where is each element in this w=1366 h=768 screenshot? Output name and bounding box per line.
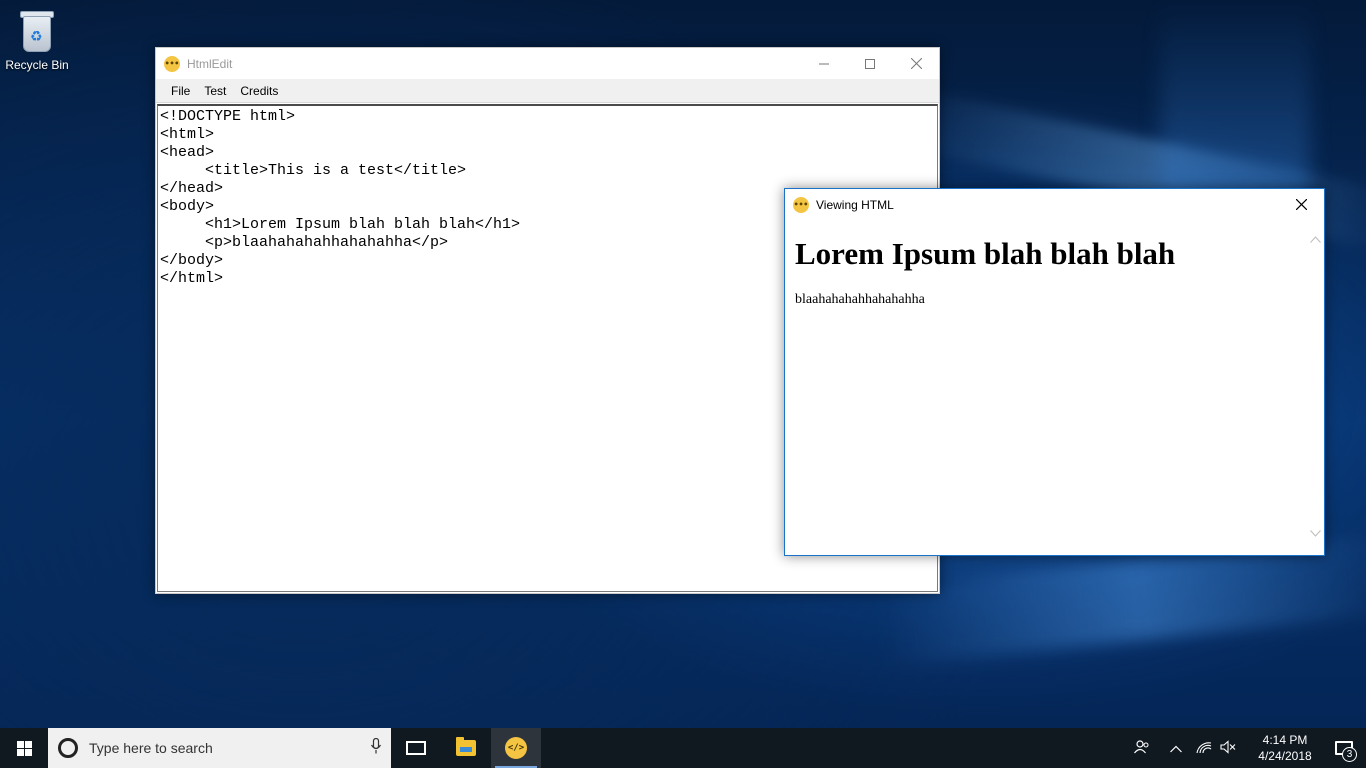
menu-credits[interactable]: Credits [233,79,285,103]
html-preview: Lorem Ipsum blah blah blah blaahahahahha… [785,220,1324,555]
htmledit-app-icon: ••• [164,55,180,72]
viewing-html-window: ••• Viewing HTML Lorem Ipsum blah blah b… [784,188,1325,556]
show-hidden-icons-chevron-up-icon[interactable] [1164,741,1188,756]
menu-test[interactable]: Test [197,79,233,103]
microphone-icon[interactable] [361,737,391,758]
cortana-icon [58,738,78,758]
file-explorer-button[interactable] [441,728,491,768]
wallpaper-beam [1160,0,1310,200]
scroll-down-arrow-icon[interactable] [1309,528,1322,541]
maximize-button[interactable] [847,48,893,79]
close-icon [910,58,922,69]
windows-logo-icon [16,740,32,756]
minimize-button[interactable] [801,48,847,79]
close-button[interactable] [1278,189,1324,220]
task-view-button[interactable] [391,728,441,768]
title-bar[interactable]: ••• Viewing HTML [785,189,1324,220]
title-bar[interactable]: ••• HtmlEdit [156,48,939,79]
clock-time: 4:14 PM [1262,733,1308,747]
menu-bar: File Test Credits [156,79,939,103]
system-tray: 4:14 PM 4/24/2018 3 [1130,728,1366,768]
preview-heading: Lorem Ipsum blah blah blah [795,236,1176,271]
preview-paragraph: blaahahahahhahahahha [795,292,925,307]
desktop-icon-label: Recycle Bin [5,58,69,72]
window-title: HtmlEdit [187,56,233,71]
notification-count-badge: 3 [1342,747,1357,762]
desktop-icon-recycle-bin[interactable]: ♻ Recycle Bin [4,6,70,72]
search-placeholder: Type here to search [89,740,213,756]
minimize-icon [819,63,829,64]
recycle-bin-icon: ♻ [17,8,57,54]
htmledit-app-icon: </> [505,737,527,759]
scroll-up-arrow-icon[interactable] [1309,234,1322,247]
window-title: Viewing HTML [816,197,894,212]
file-explorer-icon [456,737,476,756]
start-button[interactable] [0,728,48,768]
action-center-button[interactable]: 3 [1322,728,1366,768]
close-icon [1295,199,1307,210]
taskbar-search-box[interactable]: Type here to search [48,728,391,768]
clock-date: 4/24/2018 [1258,749,1312,763]
taskbar-clock[interactable]: 4:14 PM 4/24/2018 [1248,732,1322,764]
volume-muted-icon[interactable] [1216,739,1240,757]
htmledit-taskbar-button[interactable]: </> [491,728,541,768]
network-icon[interactable] [1192,740,1216,757]
menu-file[interactable]: File [164,79,197,103]
maximize-icon [865,58,875,69]
task-view-icon [406,741,426,755]
close-button[interactable] [893,48,939,79]
people-icon[interactable] [1130,739,1154,757]
taskbar: Type here to search </> 4:14 PM 4/24/201… [0,728,1366,768]
htmledit-app-icon: ••• [793,196,809,213]
vertical-scrollbar[interactable] [1307,220,1324,555]
